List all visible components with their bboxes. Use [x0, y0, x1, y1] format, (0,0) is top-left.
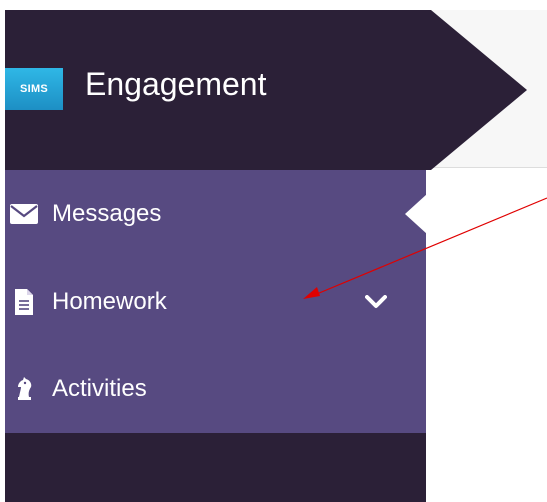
- sidebar-item-activities[interactable]: Activities: [5, 359, 426, 419]
- sidebar-item-label: Messages: [52, 200, 162, 227]
- chevron-down-icon[interactable]: [362, 292, 390, 312]
- logo-text: SIMS: [19, 83, 49, 95]
- sidebar-item-messages[interactable]: Messages: [5, 184, 426, 244]
- sidebar-menu: Messages Homework Activities: [5, 170, 426, 433]
- sidebar-footer: [5, 433, 426, 502]
- chess-knight-icon: [5, 374, 43, 404]
- app-window: SIMS Engagement Messages Homework Activi…: [0, 0, 547, 502]
- sidebar-item-label: Homework: [52, 288, 167, 315]
- sims-logo[interactable]: SIMS: [5, 68, 63, 110]
- app-title: Engagement: [85, 66, 267, 102]
- document-icon: [5, 287, 43, 317]
- sidebar-item-homework[interactable]: Homework: [5, 272, 426, 332]
- sidebar-item-label: Activities: [52, 375, 147, 402]
- envelope-icon: [5, 199, 43, 229]
